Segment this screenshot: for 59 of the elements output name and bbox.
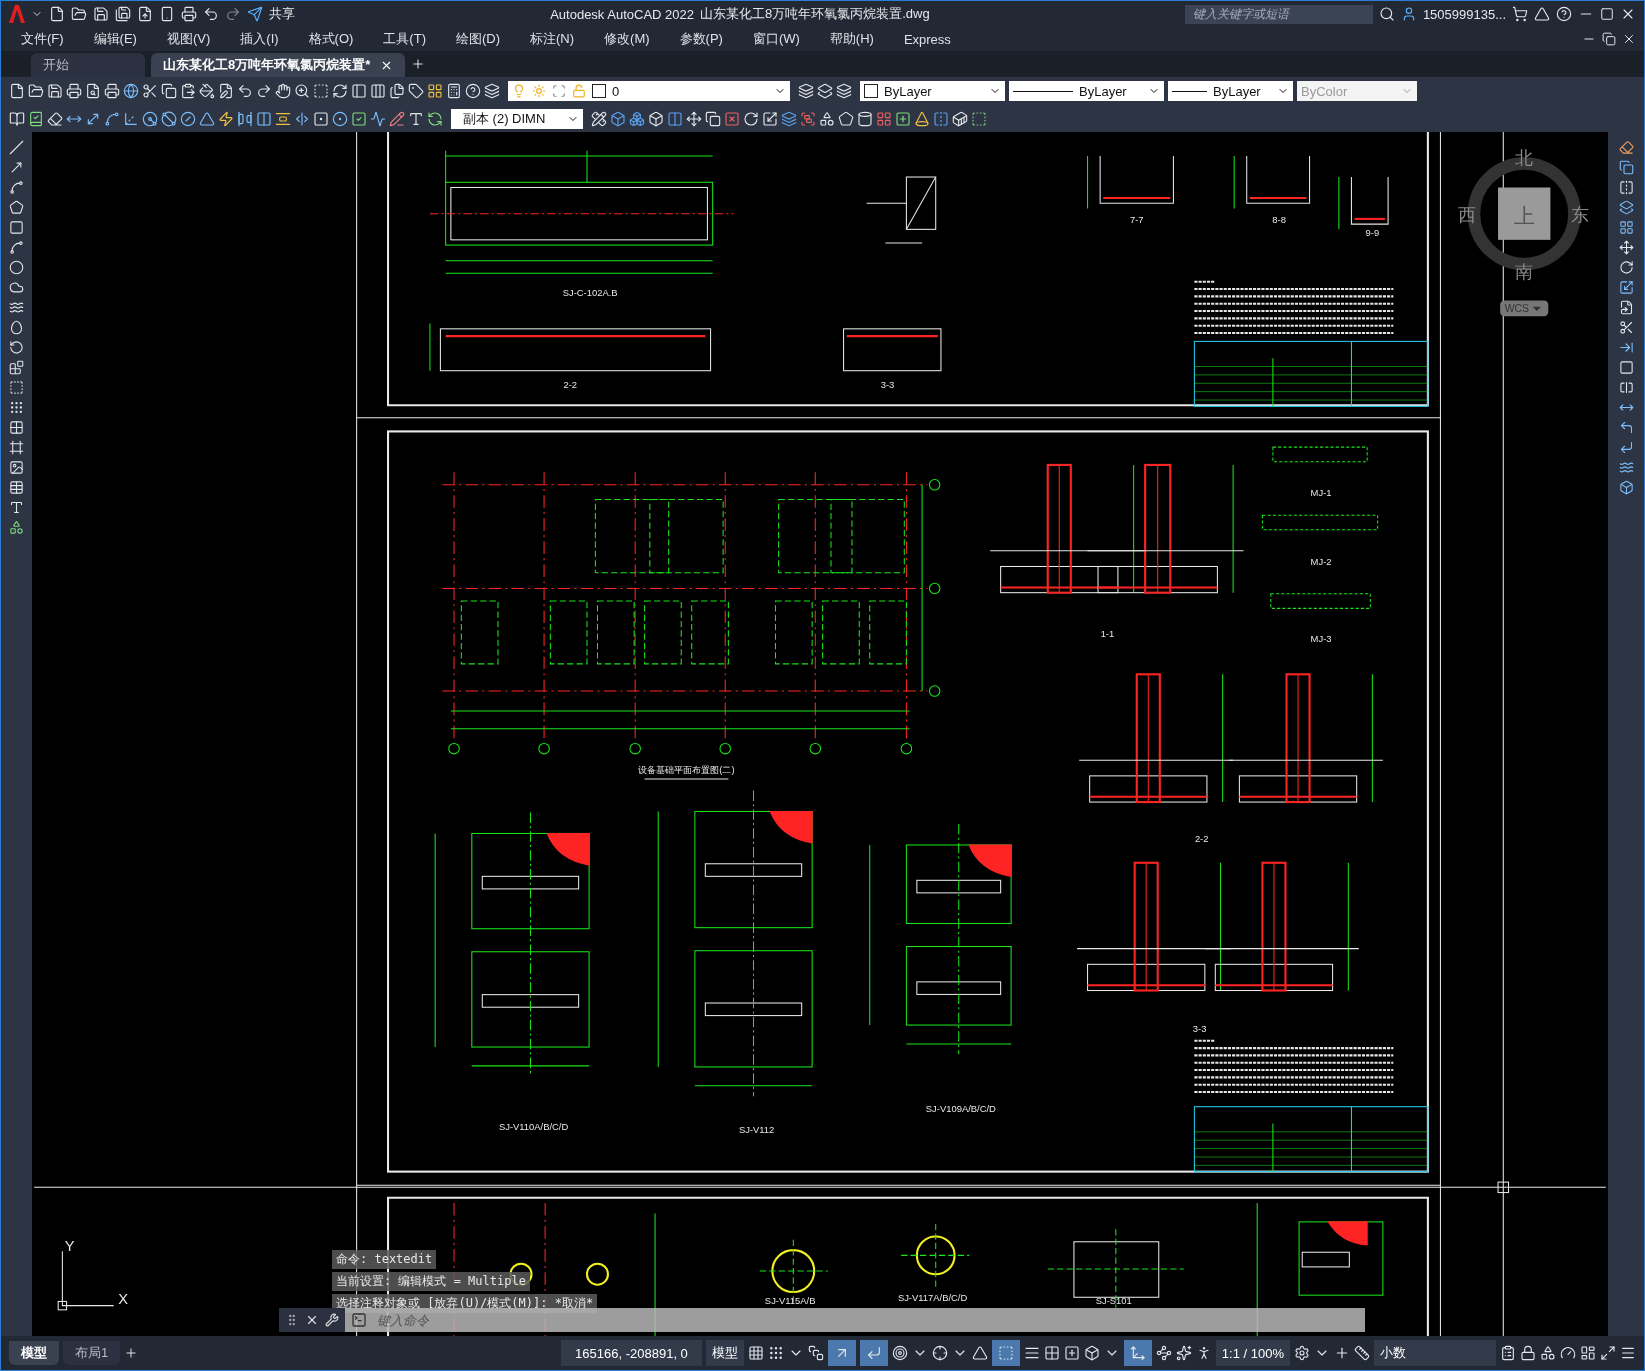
command-line-field[interactable]: 键入命令	[345, 1308, 1365, 1332]
east-label[interactable]: 东	[1570, 205, 1589, 225]
layout-tab[interactable]: 模型	[9, 1341, 59, 1365]
linetype-dropdown[interactable]: ByLayer	[1009, 81, 1164, 101]
drawing-label: 2-2	[1194, 832, 1209, 844]
drawing-label: 2-2	[563, 379, 578, 391]
user-name[interactable]: 1505999135...	[1422, 6, 1506, 22]
share-link[interactable]: 共享	[269, 5, 295, 23]
x-axis-label: X	[118, 1290, 128, 1307]
menu-item[interactable]: 标注(N)	[518, 30, 587, 48]
search-field[interactable]: 键入关键字或短语	[1190, 6, 1367, 22]
drawing-label: SJ-S101	[1095, 1294, 1132, 1306]
menu-item[interactable]: 文件(F)	[9, 30, 76, 48]
layout-tab[interactable]: 布局1	[63, 1341, 121, 1365]
menu-item[interactable]: 绘图(D)	[443, 30, 512, 48]
coordinates-readout: 165166, -208891, 0	[561, 1340, 702, 1366]
document-tab[interactable]: 山东某化工8万吨年环氧氯丙烷装置*	[151, 53, 406, 77]
model-space-button[interactable]: 模型	[705, 1340, 744, 1366]
west-label[interactable]: 西	[1457, 205, 1476, 225]
drawing-label: 9-9	[1365, 226, 1380, 238]
color-dropdown[interactable]: ByLayer	[860, 81, 1005, 101]
command-input[interactable]: 键入命令	[375, 1311, 1359, 1329]
drawing-label: SJ-V117A/B/C/D	[897, 1292, 968, 1304]
drawing-label: MJ-3	[1310, 632, 1332, 644]
drawing-label: SJ-V115A/B	[764, 1294, 816, 1306]
y-axis-label: Y	[64, 1238, 75, 1255]
south-label[interactable]: 南	[1515, 261, 1534, 282]
menu-item[interactable]: 视图(V)	[154, 30, 223, 48]
dimension-style-dropdown[interactable]: 副本 (2) DIMN	[451, 108, 583, 129]
drawing-label: SJ-V109A/B/C/D	[925, 1102, 996, 1114]
drawing-label: 3-3	[1192, 1023, 1207, 1035]
menu-item[interactable]: 插入(I)	[228, 30, 291, 48]
drawing-label: MJ-1	[1310, 487, 1332, 499]
north-label[interactable]: 北	[1515, 148, 1534, 169]
search-box[interactable]: 键入关键字或短语	[1184, 4, 1373, 24]
menu-item[interactable]: 参数(P)	[667, 30, 735, 48]
drawing-label: 7-7	[1129, 214, 1144, 226]
document-tab[interactable]: 开始	[31, 53, 145, 77]
annotation-scale-button[interactable]: 1:1 / 100%	[1215, 1340, 1290, 1366]
drawing-label: 设备基础平面布置图(二)	[638, 763, 735, 775]
menu-item[interactable]: Express	[891, 31, 963, 47]
menu-item[interactable]: 编辑(E)	[81, 30, 149, 48]
menu-item[interactable]: 格式(O)	[296, 30, 366, 48]
units-dropdown[interactable]: 小数	[1374, 1340, 1496, 1366]
menu-item[interactable]: 窗口(W)	[740, 30, 812, 48]
menu-item[interactable]: 工具(T)	[371, 30, 438, 48]
drawing-label: SJ-C-102A.B	[562, 287, 618, 299]
drawing-label: 3-3	[880, 379, 895, 391]
menu-item[interactable]: 修改(M)	[592, 30, 662, 48]
layer-dropdown[interactable]: 0	[508, 81, 790, 101]
menu-item[interactable]: 帮助(H)	[817, 30, 886, 48]
drawing-label: SJ-V112	[738, 1123, 775, 1135]
drawing-label: 8-8	[1272, 214, 1286, 226]
drawing-label: 1-1	[1100, 627, 1115, 639]
lineweight-dropdown[interactable]: ByLayer	[1168, 81, 1293, 101]
drawing-label: SJ-V110A/B/C/D	[498, 1120, 569, 1132]
file-name: 山东某化工8万吨年环氧氯丙烷装置.dwg	[700, 5, 930, 23]
drawing-label: MJ-2	[1310, 556, 1332, 568]
app-title: Autodesk AutoCAD 2022	[550, 6, 694, 22]
